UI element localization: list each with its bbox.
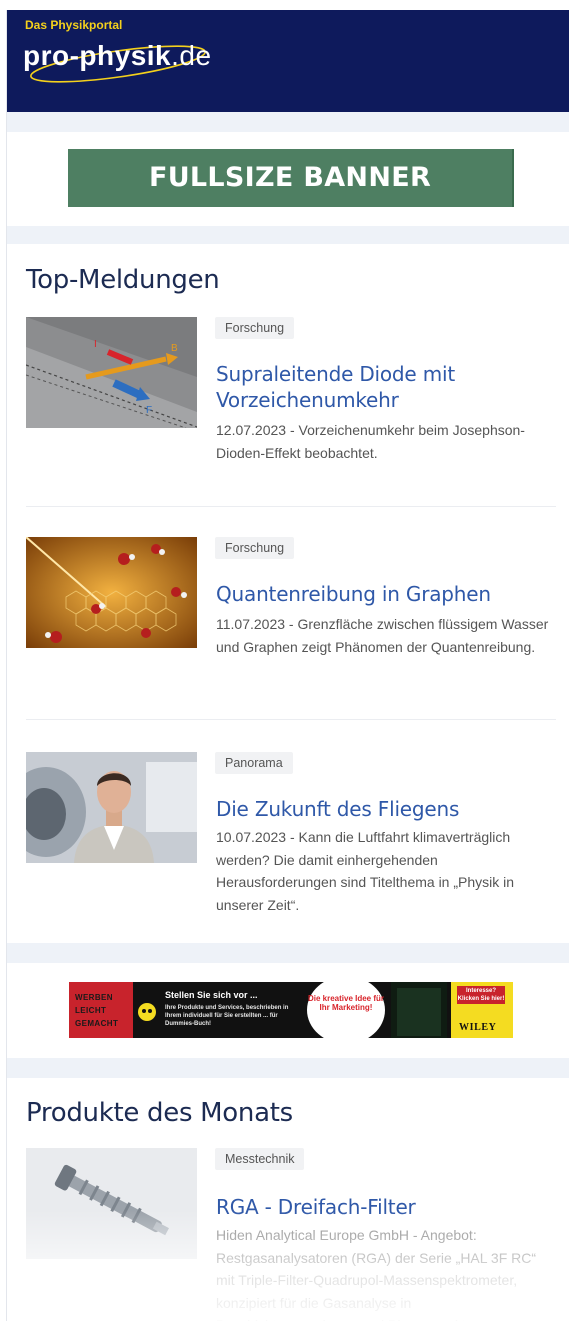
- ad-body: Ihre Produkte und Services, beschrieben …: [165, 1005, 289, 1027]
- divider-strip: [7, 943, 569, 963]
- article-description: 10.07.2023 - Kann die Luftfahrt klimaver…: [216, 829, 515, 913]
- article-title[interactable]: Die Zukunft des Fliegens: [216, 796, 556, 822]
- logo-tagline: Das Physikportal: [25, 18, 123, 32]
- divider: [26, 719, 556, 720]
- advertisement-banner[interactable]: WERBEN LEICHT GEMACHT Stellen Sie sich v…: [69, 982, 513, 1038]
- product-category-tag[interactable]: Messtechnik: [215, 1148, 305, 1170]
- wiley-logo: WILEY: [459, 1022, 497, 1033]
- logo-wordmark: pro-physik.de: [23, 40, 212, 71]
- divider: [26, 506, 556, 507]
- news-article: Forschung Quantenreibung in Graphen 11.0…: [26, 537, 556, 707]
- ad-bubble: Die kreative Idee für Ihr Marketing!: [307, 982, 385, 1038]
- article-category-tag[interactable]: Panorama: [215, 752, 293, 774]
- page-frame: Das Physikportal pro-physik.de FULLSIZE …: [6, 10, 569, 1321]
- divider-strip: [7, 112, 569, 132]
- ad-red-line: GEMACHT: [75, 1019, 119, 1028]
- article-title[interactable]: Supraleitende Diode mit Vorzeichenumkehr: [216, 361, 556, 413]
- article-description: 11.07.2023 - Grenzfläche zwischen flüssi…: [216, 616, 549, 655]
- article-image[interactable]: B I F: [26, 317, 197, 428]
- ad-red-panel: WERBEN LEICHT GEMACHT: [69, 982, 133, 1038]
- site-header: Das Physikportal pro-physik.de: [7, 10, 569, 112]
- site-logo[interactable]: Das Physikportal pro-physik.de: [23, 18, 283, 102]
- svg-text:F: F: [146, 405, 152, 416]
- product-title[interactable]: RGA - Dreifach-Filter: [216, 1194, 556, 1220]
- ad-yellow-panel: Interesse? Klicken Sie hier! WILEY: [451, 982, 513, 1038]
- ad-red-line: LEICHT: [75, 1006, 107, 1015]
- article-category-tag[interactable]: Forschung: [215, 317, 295, 339]
- svg-text:B: B: [171, 343, 178, 354]
- news-article: B I F Forschung Supraleitende Diode mit …: [26, 317, 556, 487]
- product-item: Messtechnik RGA - Dreifach-Filter Hiden …: [26, 1148, 556, 1321]
- dummies-mascot-icon: [138, 1003, 156, 1021]
- article-description: 12.07.2023 - Vorzeichenumkehr beim Josep…: [216, 422, 525, 461]
- divider-strip: [7, 1058, 569, 1078]
- article-image[interactable]: [26, 752, 197, 863]
- product-description: Hiden Analytical Europe GmbH - Angebot: …: [216, 1227, 537, 1321]
- section-title-products: Produkte des Monats: [26, 1098, 293, 1128]
- ad-interest-box: Interesse? Klicken Sie hier!: [457, 986, 505, 1004]
- section-title-top-news: Top-Meldungen: [26, 265, 220, 295]
- ad-headline: Stellen Sie sich vor ...: [165, 990, 258, 1000]
- product-image[interactable]: [26, 1148, 197, 1259]
- fullsize-banner[interactable]: FULLSIZE BANNER: [68, 149, 514, 207]
- divider-strip: [7, 226, 569, 244]
- ad-red-line: WERBEN: [75, 993, 113, 1002]
- ad-book-image: [391, 982, 447, 1038]
- article-title[interactable]: Quantenreibung in Graphen: [216, 581, 556, 607]
- article-category-tag[interactable]: Forschung: [215, 537, 295, 559]
- article-image[interactable]: [26, 537, 197, 648]
- news-article: Panorama Die Zukunft des Fliegens 10.07.…: [26, 752, 556, 942]
- ad-bubble-text: Die kreative Idee für Ihr Marketing!: [307, 994, 385, 1012]
- svg-text:I: I: [94, 339, 97, 350]
